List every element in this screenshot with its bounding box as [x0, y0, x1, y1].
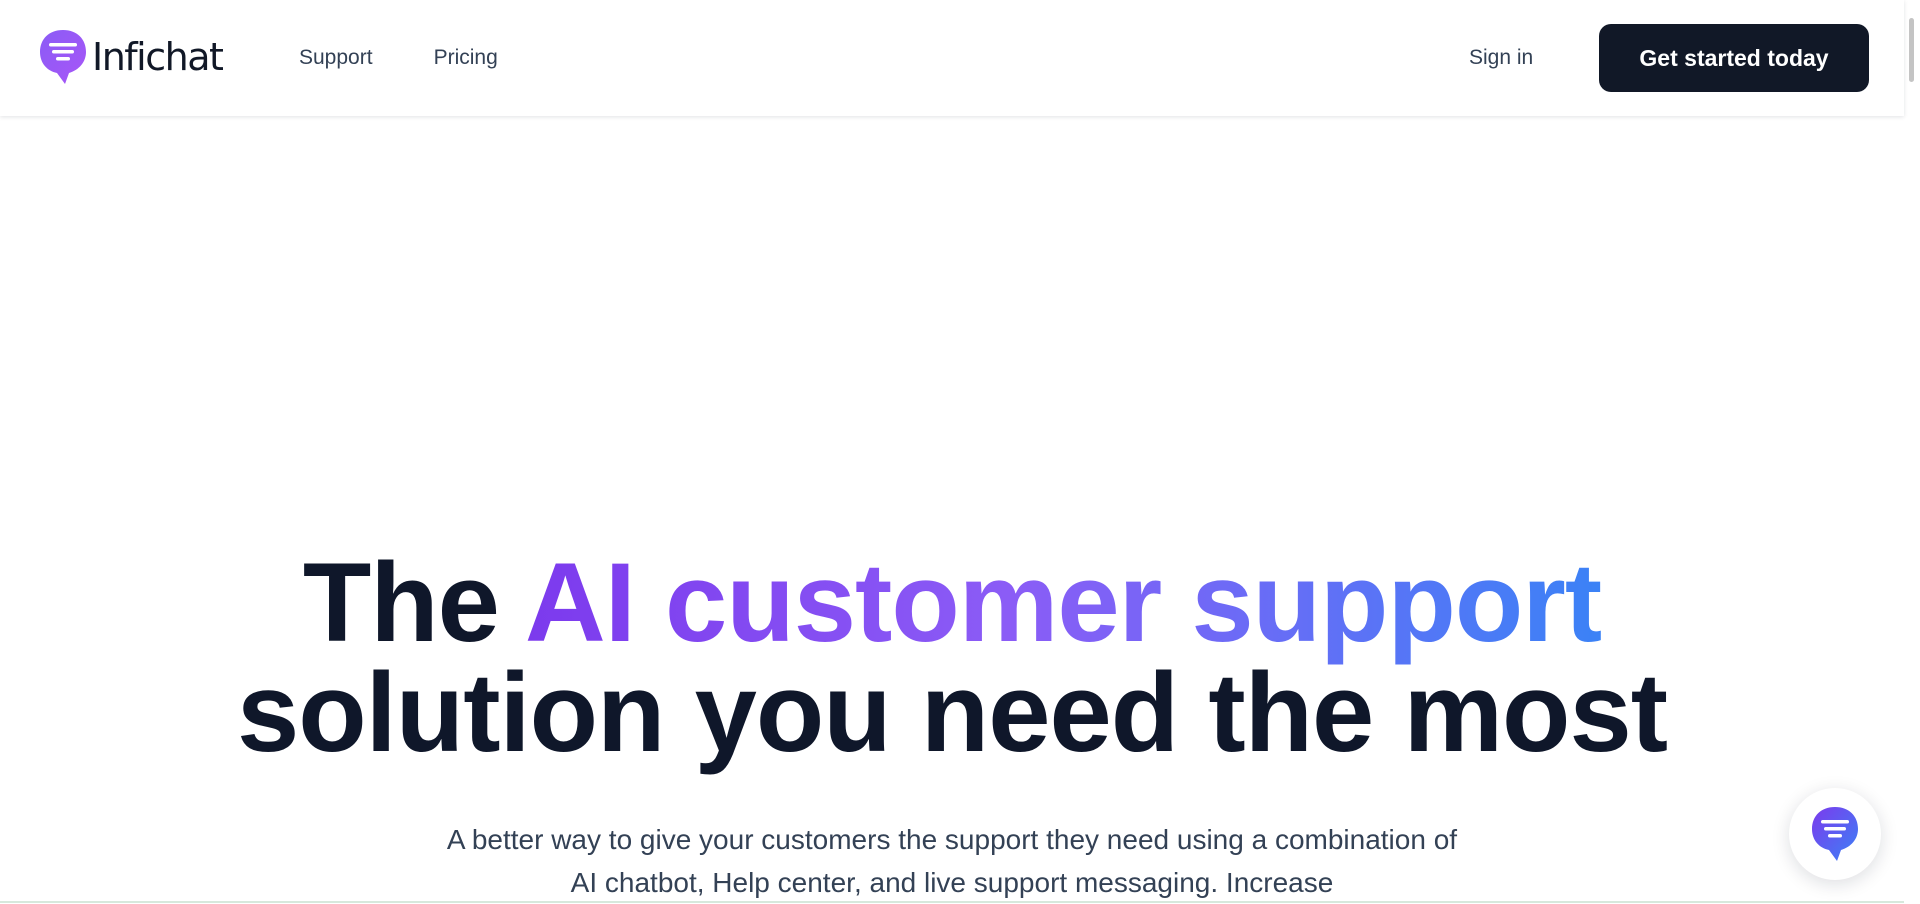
brand-name: Infichat: [92, 35, 224, 79]
chat-launcher-button[interactable]: [1789, 788, 1881, 880]
chat-bubble-logo-icon: [40, 30, 86, 84]
scrollbar-thumb[interactable]: [1909, 18, 1914, 82]
hero-subtitle: A better way to give your customers the …: [446, 824, 1458, 898]
nav-support-link[interactable]: Support: [299, 45, 373, 71]
get-started-button[interactable]: Get started today: [1599, 24, 1869, 92]
hero-title: The AI customer support solution you nee…: [0, 547, 1904, 775]
hero-title-line-1: The AI customer support: [0, 547, 1904, 659]
page-scrollbar[interactable]: [1904, 0, 1920, 903]
hero-title-line-2: solution you need the most: [236, 650, 1668, 775]
brand-logo[interactable]: Infichat: [38, 28, 224, 86]
main-nav: Support Pricing: [299, 45, 498, 71]
nav-pricing-link[interactable]: Pricing: [434, 45, 498, 71]
hero-title-prefix: The: [302, 540, 500, 665]
hero-title-highlight: AI customer support: [524, 540, 1602, 665]
site-header: Infichat Support Pricing Sign in Get sta…: [0, 0, 1904, 116]
chat-bubble-icon: [1812, 807, 1858, 861]
sign-in-link[interactable]: Sign in: [1469, 45, 1533, 71]
